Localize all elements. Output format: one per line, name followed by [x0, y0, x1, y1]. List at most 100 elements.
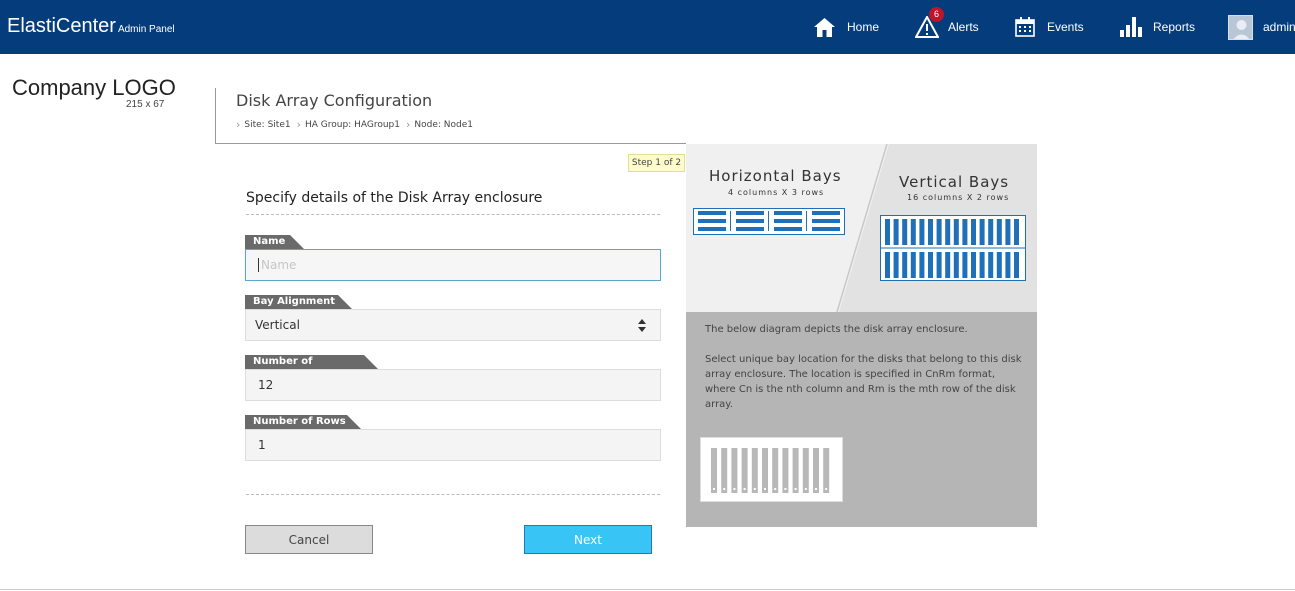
vertical-bay-slot: [1005, 219, 1011, 245]
breadcrumb-chevron-icon: ›: [405, 118, 411, 131]
vertical-bays-subtitle: 16 columns X 2 rows: [907, 193, 1010, 202]
preview-bay-slot[interactable]: [731, 448, 738, 493]
form-title: Specify details of the Disk Array enclos…: [246, 190, 543, 206]
number-of-rows-field[interactable]: 1: [245, 429, 661, 461]
vertical-bay-slot: [979, 219, 985, 245]
nav-alerts-label: Alerts: [948, 20, 979, 34]
enclosure-info-panel: The below diagram depicts the disk array…: [686, 312, 1037, 527]
enclosure-preview: [700, 437, 843, 502]
preview-bay-led: [713, 488, 715, 490]
vertical-bay-slot: [928, 252, 933, 278]
nav-events[interactable]: Events: [1015, 0, 1084, 54]
vertical-bays-title[interactable]: Vertical Bays: [899, 173, 1009, 191]
vertical-bays-diagram[interactable]: [880, 215, 1026, 281]
preview-bay-slot[interactable]: [792, 448, 799, 493]
vertical-bay-slot: [910, 252, 916, 278]
name-input[interactable]: [258, 258, 660, 272]
preview-bay-slot[interactable]: [782, 448, 789, 493]
nav-reports-label: Reports: [1153, 20, 1196, 34]
preview-bay-slot[interactable]: [741, 448, 748, 493]
nav-reports[interactable]: Reports: [1120, 0, 1195, 54]
app-name: ElastiCenter: [7, 15, 116, 37]
name-label: Name: [245, 235, 304, 249]
breadcrumb-chevron-icon: ›: [236, 118, 241, 131]
nav-home-label: Home: [847, 20, 880, 34]
preview-bay-led: [784, 488, 787, 490]
nav-alerts[interactable]: 6 Alerts: [915, 0, 979, 54]
vertical-bay-slot: [971, 252, 976, 278]
preview-bay-led: [825, 488, 828, 490]
vertical-bay-slot: [1014, 219, 1019, 245]
nav-user-label: admin: [1263, 20, 1295, 34]
footer-divider: [0, 589, 1295, 590]
nav-user[interactable]: admin: [1228, 0, 1295, 54]
page-title: Disk Array Configuration: [236, 91, 433, 110]
number-of-columns-field[interactable]: 12: [245, 369, 661, 401]
breadcrumb-site[interactable]: Site: Site1: [244, 120, 290, 130]
vertical-bay-slot: [953, 252, 959, 278]
company-logo-size: 215 x 67: [126, 99, 165, 110]
top-navigation-bar: ElastiCenter Admin Panel Home 6 Alerts Ev…: [0, 0, 1295, 54]
breadcrumb-node[interactable]: Node: Node1: [414, 120, 473, 130]
enclosure-preview-diagram: [711, 448, 830, 493]
bay-alignment-label: Bay Alignment: [245, 295, 352, 309]
nav-events-label: Events: [1047, 20, 1084, 34]
vertical-bay-slot: [996, 252, 1002, 278]
vertical-bay-slot: [885, 252, 890, 278]
next-button[interactable]: Next: [524, 525, 652, 554]
vertical-bay-slot: [919, 219, 925, 245]
preview-bay-slot[interactable]: [813, 448, 819, 493]
preview-bay-slot[interactable]: [823, 448, 830, 493]
vertical-bay-slot: [902, 252, 908, 278]
preview-bay-led: [794, 488, 797, 490]
vertical-bay-slot: [936, 252, 942, 278]
bay-alignment-select[interactable]: Vertical: [245, 309, 661, 341]
bay-layout-options: Horizontal Bays 4 columns X 3 rows Verti…: [686, 144, 1037, 312]
name-field[interactable]: [245, 249, 661, 281]
preview-bay-slot[interactable]: [762, 448, 768, 493]
vertical-bay-slot: [945, 252, 951, 278]
preview-bay-led: [723, 488, 726, 490]
step-indicator: Step 1 of 2: [628, 154, 685, 172]
cancel-button[interactable]: Cancel: [245, 525, 373, 554]
preview-bay-slot[interactable]: [751, 448, 758, 493]
reports-icon: [1120, 17, 1142, 37]
vertical-bay-slot: [945, 219, 951, 245]
horizontal-bays-title[interactable]: Horizontal Bays: [709, 167, 842, 185]
select-arrows-icon: [638, 319, 646, 335]
vertical-bay-slot: [919, 252, 925, 278]
divider: [246, 494, 660, 495]
preview-bay-slot[interactable]: [711, 448, 717, 493]
vertical-bay-slot: [893, 219, 899, 245]
vertical-bay-slot: [1014, 252, 1019, 278]
alerts-count-badge: 6: [929, 7, 944, 22]
page-header: Disk Array Configuration › Site: Site1 ›…: [215, 88, 686, 144]
vertical-bay-slot: [885, 219, 890, 245]
app-brand[interactable]: ElastiCenter Admin Panel: [7, 15, 175, 38]
home-icon: [814, 17, 835, 37]
vertical-bay-slot: [971, 219, 976, 245]
preview-bay-slot[interactable]: [802, 448, 809, 493]
vertical-bay-slot: [962, 219, 968, 245]
preview-bay-led: [733, 488, 736, 490]
horizontal-bays-subtitle: 4 columns X 3 rows: [728, 188, 825, 197]
preview-bay-slot[interactable]: [721, 448, 728, 493]
enclosure-description: The below diagram depicts the disk array…: [705, 324, 968, 335]
preview-bay-slot[interactable]: [772, 448, 779, 493]
vertical-bay-slot: [1005, 252, 1011, 278]
preview-bay-led: [815, 488, 817, 490]
vertical-bay-slot: [996, 219, 1002, 245]
number-of-rows-value: 1: [258, 438, 266, 452]
vertical-bay-slot: [936, 219, 942, 245]
breadcrumb: › Site: Site1 › HA Group: HAGroup1 › Nod…: [236, 118, 479, 131]
nav-home[interactable]: Home: [814, 0, 879, 54]
horizontal-bays-diagram[interactable]: [693, 208, 845, 235]
breadcrumb-chevron-icon: ›: [296, 118, 301, 131]
breadcrumb-ha-group[interactable]: HA Group: HAGroup1: [305, 120, 400, 130]
company-logo: Company LOGO: [12, 75, 176, 100]
number-of-columns-value: 12: [258, 378, 274, 392]
vertical-bay-slot: [910, 219, 916, 245]
preview-bay-led: [753, 488, 756, 490]
vertical-bay-slot: [988, 252, 994, 278]
vertical-bay-slot: [988, 219, 994, 245]
